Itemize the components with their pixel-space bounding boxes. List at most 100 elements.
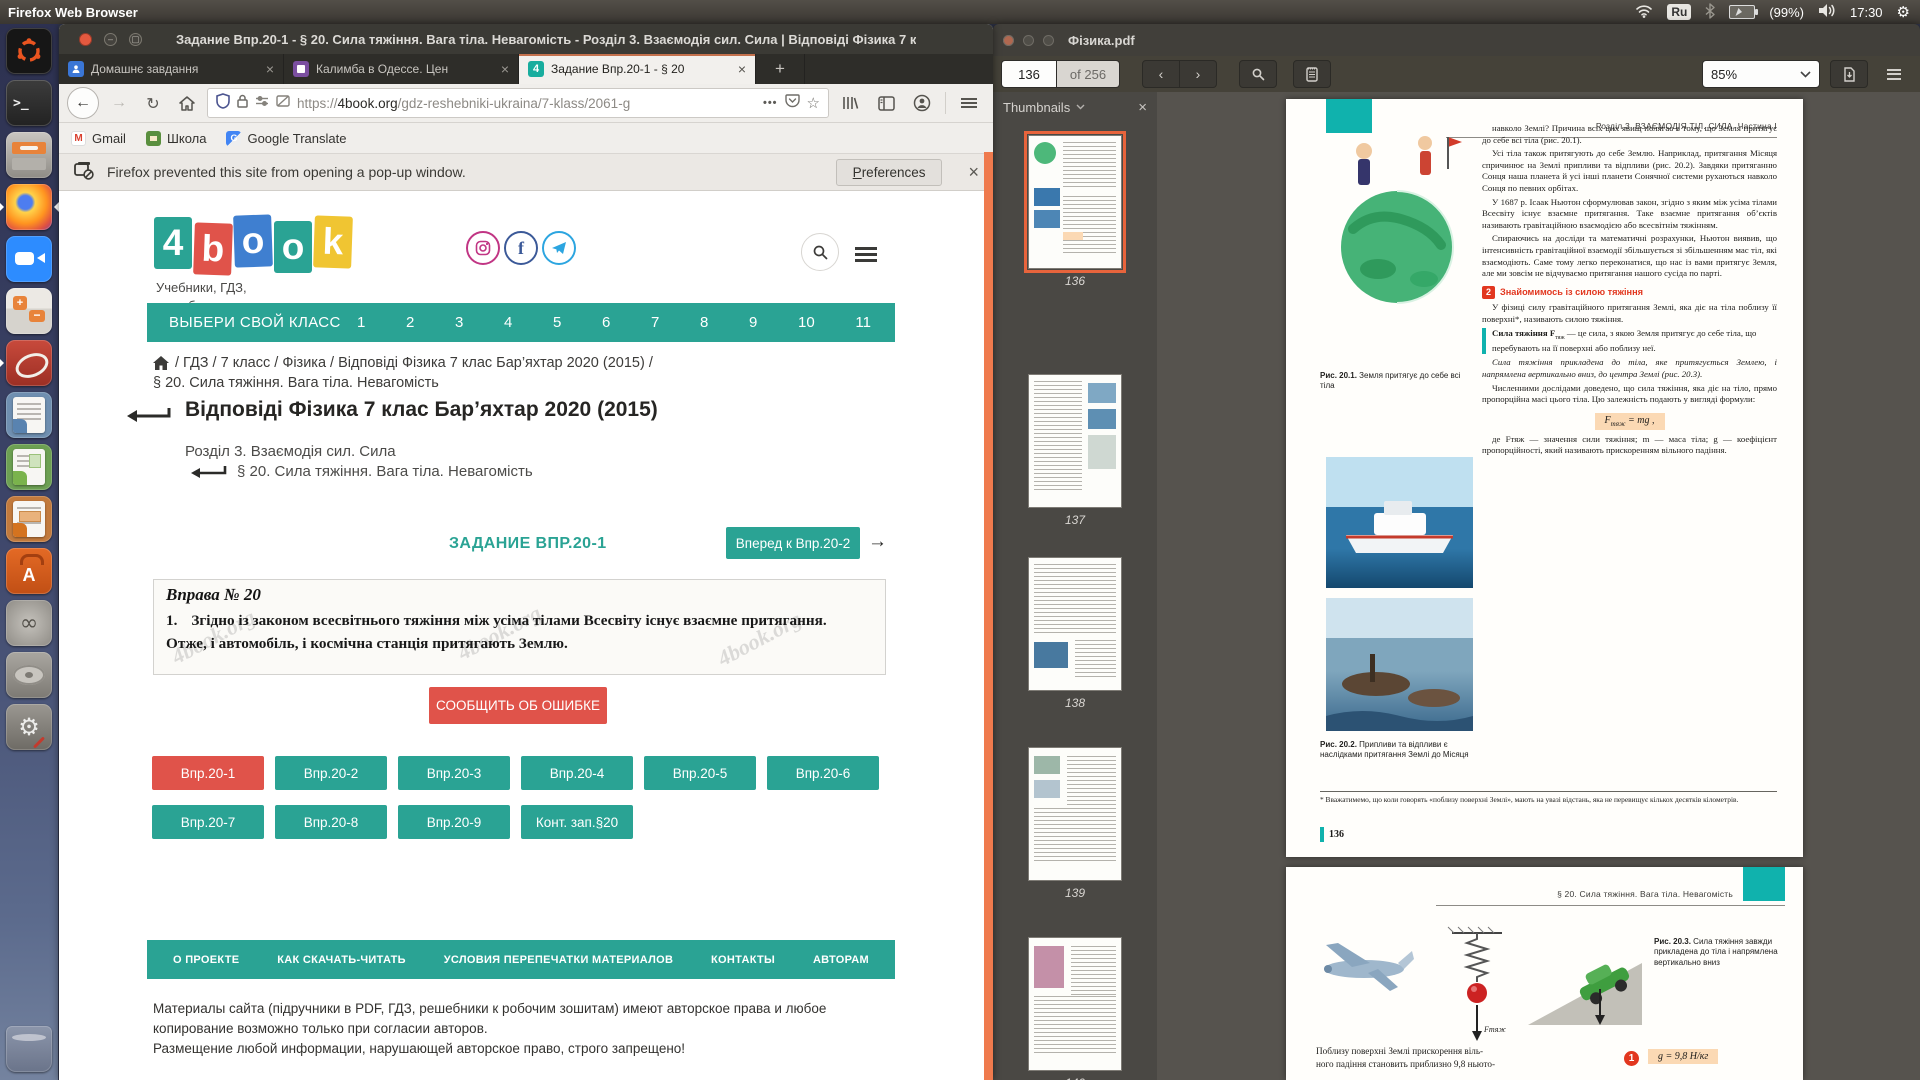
thumbnail-page-140[interactable]: 140 <box>1029 938 1121 1080</box>
document-viewer-icon[interactable] <box>6 340 52 386</box>
facebook-icon[interactable]: f <box>504 231 538 265</box>
task-button[interactable]: Впр.20-6 <box>767 756 879 790</box>
chevron-down-icon[interactable] <box>1076 104 1085 110</box>
reload-button[interactable]: ↻ <box>139 89 167 117</box>
preferences-button[interactable]: Preferences <box>836 159 943 186</box>
libreoffice-calc-icon[interactable] <box>6 444 52 490</box>
emblem-icon[interactable]: ∞ <box>6 600 52 646</box>
site-menu-icon[interactable] <box>855 244 877 265</box>
disks-icon[interactable] <box>6 652 52 698</box>
bookmark-star-icon[interactable]: ☆ <box>807 94 820 112</box>
footer-link[interactable]: КОНТАКТЫ <box>711 954 775 966</box>
return-arrow-icon[interactable] <box>125 407 171 423</box>
sidebar-close-icon[interactable]: × <box>1138 99 1147 116</box>
notification-close-icon[interactable]: × <box>968 162 979 183</box>
firefox-icon[interactable] <box>6 184 52 230</box>
tab-kalimba[interactable]: Калимба в Одессе. Цен × <box>284 54 519 84</box>
class-link[interactable]: 10 <box>798 314 815 331</box>
breadcrumb-line1[interactable]: / ГДЗ / 7 класс / Фізика / Відповіді Фіз… <box>175 355 653 371</box>
task-button-active[interactable]: Впр.20-1 <box>152 756 264 790</box>
thumbnail-page-137[interactable]: 137 <box>1029 375 1121 527</box>
class-link[interactable]: 5 <box>553 314 561 331</box>
firefox-titlebar[interactable]: – ▢ Задание Впр.20-1 - § 20. Сила тяжінн… <box>59 24 993 54</box>
task-button[interactable]: Впр.20-7 <box>152 805 264 839</box>
library-icon[interactable] <box>835 89 865 117</box>
terminal-icon[interactable]: >_ <box>6 80 52 126</box>
class-link[interactable]: 9 <box>749 314 757 331</box>
popup-blocked-icon[interactable] <box>276 94 290 112</box>
class-link[interactable]: 6 <box>602 314 610 331</box>
pdf-search-button[interactable] <box>1239 60 1277 88</box>
site-search-button[interactable] <box>801 233 839 271</box>
task-button[interactable]: Впр.20-8 <box>275 805 387 839</box>
thumbnail-page-139[interactable]: 139 <box>1029 748 1121 900</box>
page-number-input[interactable]: 136 <box>1001 60 1057 88</box>
task-button[interactable]: Конт. зап.§20 <box>521 805 633 839</box>
tab1-close-icon[interactable]: × <box>260 61 274 77</box>
clock[interactable]: 17:30 <box>1850 5 1883 20</box>
task-button[interactable]: Впр.20-4 <box>521 756 633 790</box>
tracking-shield-icon[interactable] <box>216 93 230 114</box>
bookmark-translate[interactable]: GGoogle Translate <box>226 131 346 146</box>
thumbnail-page-136[interactable]: 136 <box>1029 136 1121 288</box>
next-task-button[interactable]: Вперед к Впр.20-2 <box>726 527 860 559</box>
subsection-label[interactable]: § 20. Сила тяжіння. Вага тіла. Невагоміс… <box>237 463 533 480</box>
files-icon[interactable] <box>6 132 52 178</box>
telegram-icon[interactable] <box>542 231 576 265</box>
url-bar[interactable]: https://4book.org/gdz-reshebniki-ukraina… <box>207 88 829 118</box>
class-link[interactable]: 3 <box>455 314 463 331</box>
page-actions-icon[interactable]: ••• <box>763 97 778 109</box>
back-button[interactable]: ← <box>67 87 99 119</box>
account-icon[interactable] <box>907 89 937 117</box>
class-link[interactable]: 8 <box>700 314 708 331</box>
tab3-close-icon[interactable]: × <box>732 61 746 77</box>
bluetooth-icon[interactable] <box>1705 3 1715 22</box>
forward-button[interactable]: → <box>105 89 133 117</box>
session-gear-icon[interactable]: ⚙ <box>1897 3 1910 21</box>
class-link[interactable]: 1 <box>357 314 365 331</box>
battery-icon[interactable] <box>1729 5 1755 19</box>
breadcrumb[interactable]: / ГДЗ / 7 класс / Фізика / Відповіді Фіз… <box>153 355 653 371</box>
bookmark-school[interactable]: Школа <box>146 131 207 146</box>
breadcrumb-line2[interactable]: § 20. Сила тяжіння. Вага тіла. Невагоміс… <box>153 375 439 391</box>
ubuntu-dash-icon[interactable] <box>6 28 52 74</box>
toolbox-icon[interactable]: A <box>6 548 52 594</box>
class-link[interactable]: 4 <box>504 314 512 331</box>
sidebar-toggle-icon[interactable] <box>871 89 901 117</box>
trash-icon[interactable] <box>6 1026 52 1072</box>
window-maximize-button[interactable]: ▢ <box>129 33 142 46</box>
pdf-menu-icon[interactable] <box>1876 61 1912 87</box>
footer-link[interactable]: УСЛОВИЯ ПЕРЕПЕЧАТКИ МАТЕРИАЛОВ <box>444 954 673 966</box>
pocket-icon[interactable] <box>785 93 800 113</box>
system-settings-icon[interactable]: ⚙ <box>6 704 52 750</box>
new-tab-button[interactable]: + <box>756 54 805 84</box>
pdf-close-button[interactable] <box>1003 35 1014 46</box>
class-link[interactable]: 11 <box>855 314 871 331</box>
pdf-canvas[interactable]: Розділ 3. ВЗАЄМОДІЯ ТІЛ. СИЛА. Частина I… <box>1157 92 1920 1080</box>
libreoffice-impress-icon[interactable] <box>6 496 52 542</box>
section-label[interactable]: Розділ 3. Взаємодія сил. Сила <box>185 443 396 460</box>
bookmark-gmail[interactable]: MGmail <box>71 131 126 146</box>
permissions-icon[interactable] <box>255 94 269 112</box>
task-button[interactable]: Впр.20-2 <box>275 756 387 790</box>
save-download-button[interactable] <box>1830 60 1868 88</box>
report-error-button[interactable]: СООБЩИТЬ ОБ ОШИБКЕ <box>429 687 607 724</box>
calculator-icon[interactable]: +− <box>6 288 52 334</box>
task-button[interactable]: Впр.20-5 <box>644 756 756 790</box>
next-arrow-icon[interactable]: → <box>868 531 887 553</box>
tab-homework[interactable]: Домашнє завдання × <box>59 54 284 84</box>
tab-zadanie-active[interactable]: 4 Задание Впр.20-1 - § 20 × <box>519 54 756 84</box>
pdf-maximize-button[interactable] <box>1043 35 1054 46</box>
footer-link[interactable]: О ПРОЕКТЕ <box>173 954 239 966</box>
zoom-icon[interactable] <box>6 236 52 282</box>
previous-page-button[interactable]: ‹ <box>1142 60 1180 88</box>
thumbnail-page-138[interactable]: 138 <box>1029 558 1121 710</box>
pdf-minimize-button[interactable] <box>1023 35 1034 46</box>
keyboard-layout-indicator[interactable]: Ru <box>1667 4 1691 20</box>
footer-link[interactable]: АВТОРАМ <box>813 954 869 966</box>
task-button[interactable]: Впр.20-3 <box>398 756 510 790</box>
next-page-button[interactable]: › <box>1180 60 1217 88</box>
libreoffice-writer-icon[interactable] <box>6 392 52 438</box>
url-text[interactable]: https://4book.org/gdz-reshebniki-ukraina… <box>297 96 756 111</box>
home-icon[interactable] <box>153 356 169 370</box>
